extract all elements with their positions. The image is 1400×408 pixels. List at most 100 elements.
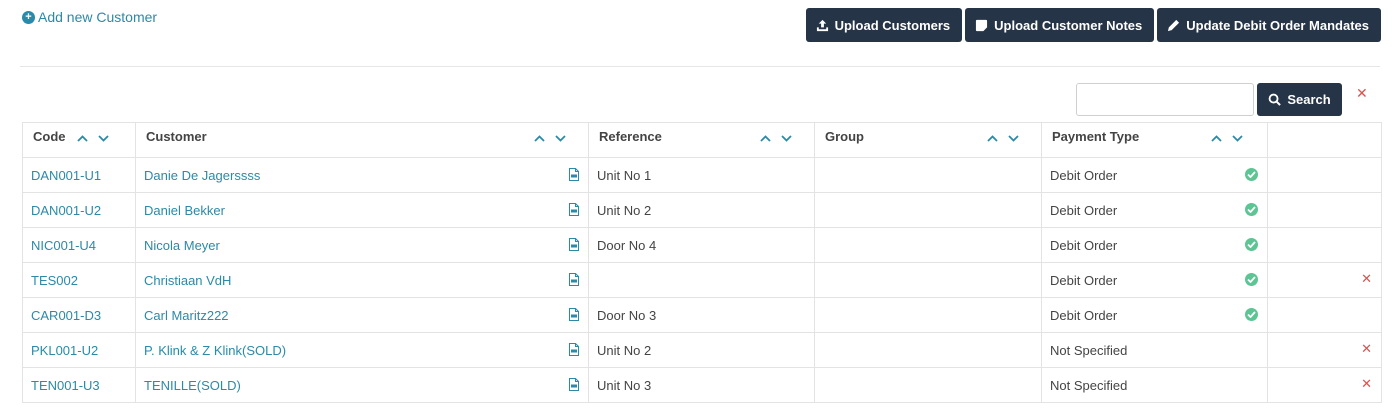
sort-down-icon[interactable] bbox=[781, 135, 792, 142]
column-label: Customer bbox=[146, 129, 207, 144]
sort-up-icon[interactable] bbox=[760, 135, 771, 142]
pdf-icon[interactable] bbox=[569, 273, 579, 286]
table-row: TEN001-U3 TENILLE(SOLD) Unit No 3 Not Speci… bbox=[22, 367, 1382, 403]
customer-code-link[interactable]: DAN001-U1 bbox=[31, 168, 101, 183]
table-row: DAN001-U2 Daniel Bekker Unit No 2 Debit Ord… bbox=[22, 192, 1382, 228]
customer-name-link[interactable]: Christiaan VdH bbox=[144, 273, 231, 288]
cell-code: DAN001-U1 bbox=[22, 157, 136, 193]
sort-up-icon[interactable] bbox=[534, 135, 545, 142]
clear-search-icon[interactable]: ✕ bbox=[1356, 85, 1368, 102]
cell-customer: Carl Maritz222 bbox=[135, 297, 589, 333]
cell-actions bbox=[1267, 227, 1382, 263]
sort-up-icon[interactable] bbox=[987, 135, 998, 142]
column-header-actions bbox=[1267, 122, 1382, 158]
customer-name-link[interactable]: P. Klink & Z Klink(SOLD) bbox=[144, 343, 286, 358]
payment-type-label: Debit Order bbox=[1050, 237, 1118, 253]
payment-type-label: Debit Order bbox=[1050, 167, 1118, 183]
cell-actions bbox=[1267, 297, 1382, 333]
cell-group bbox=[814, 297, 1042, 333]
sort-down-icon[interactable] bbox=[1008, 135, 1019, 142]
add-customer-link[interactable]: + Add new Customer bbox=[22, 9, 157, 25]
cell-code: NIC001-U4 bbox=[22, 227, 136, 263]
upload-notes-label: Upload Customer Notes bbox=[994, 17, 1143, 33]
cell-payment-type: Not Specified bbox=[1041, 367, 1268, 403]
cell-payment-type: Debit Order bbox=[1041, 227, 1268, 263]
cell-group bbox=[814, 332, 1042, 368]
cell-reference: Door No 4 bbox=[588, 227, 815, 263]
customer-name-link[interactable]: TENILLE(SOLD) bbox=[144, 378, 241, 393]
update-debit-order-mandates-button[interactable]: Update Debit Order Mandates bbox=[1157, 8, 1381, 42]
sort-down-icon[interactable] bbox=[555, 135, 566, 142]
customer-name-link[interactable]: Danie De Jagerssss bbox=[144, 168, 260, 183]
pdf-icon[interactable] bbox=[569, 378, 579, 391]
cell-code: TES002 bbox=[22, 262, 136, 298]
cell-customer: P. Klink & Z Klink(SOLD) bbox=[135, 332, 589, 368]
table-row: PKL001-U2 P. Klink & Z Klink(SOLD) Unit No… bbox=[22, 332, 1382, 368]
upload-customers-button[interactable]: Upload Customers bbox=[805, 8, 963, 42]
cell-group bbox=[814, 157, 1042, 193]
customer-code-link[interactable]: TEN001-U3 bbox=[31, 378, 100, 393]
note-icon bbox=[976, 19, 988, 31]
delete-icon[interactable]: ✕ bbox=[1361, 376, 1372, 392]
upload-icon bbox=[816, 19, 828, 31]
cell-customer: Daniel Bekker bbox=[135, 192, 589, 228]
cell-customer: Christiaan VdH bbox=[135, 262, 589, 298]
customer-name-link[interactable]: Nicola Meyer bbox=[144, 238, 220, 253]
sort-controls bbox=[760, 135, 792, 142]
customer-code-link[interactable]: TES002 bbox=[31, 273, 78, 288]
column-label: Payment Type bbox=[1052, 129, 1140, 144]
delete-icon[interactable]: ✕ bbox=[1361, 271, 1372, 287]
delete-icon[interactable]: ✕ bbox=[1361, 341, 1372, 357]
check-circle-icon bbox=[1245, 238, 1258, 251]
search-bar: Search bbox=[1076, 83, 1342, 116]
cell-customer: Danie De Jagerssss bbox=[135, 157, 589, 193]
sort-down-icon[interactable] bbox=[98, 135, 109, 142]
payment-type-label: Not Specified bbox=[1050, 342, 1128, 358]
sort-controls bbox=[77, 135, 109, 142]
cell-payment-type: Debit Order bbox=[1041, 192, 1268, 228]
cell-code: CAR001-D3 bbox=[22, 297, 136, 333]
customer-code-link[interactable]: NIC001-U4 bbox=[31, 238, 96, 253]
cell-reference bbox=[588, 262, 815, 298]
sort-up-icon[interactable] bbox=[77, 135, 88, 142]
cell-actions: ✕ bbox=[1267, 367, 1382, 403]
cell-actions: ✕ bbox=[1267, 262, 1382, 298]
customer-code-link[interactable]: PKL001-U2 bbox=[31, 343, 98, 358]
customer-name-link[interactable]: Daniel Bekker bbox=[144, 203, 225, 218]
cell-group bbox=[814, 192, 1042, 228]
toolbar: Upload Customers Upload Customer Notes U… bbox=[805, 8, 1381, 42]
sort-down-icon[interactable] bbox=[1232, 135, 1243, 142]
search-button[interactable]: Search bbox=[1257, 83, 1342, 116]
column-header-group: Group bbox=[814, 122, 1042, 158]
column-label: Code bbox=[33, 129, 66, 144]
customer-code-link[interactable]: DAN001-U2 bbox=[31, 203, 101, 218]
cell-payment-type: Debit Order bbox=[1041, 297, 1268, 333]
cell-actions bbox=[1267, 157, 1382, 193]
pdf-icon[interactable] bbox=[569, 343, 579, 356]
sort-controls bbox=[534, 135, 566, 142]
search-icon bbox=[1268, 93, 1282, 106]
table-row: DAN001-U1 Danie De Jagerssss Unit No 1 Debi… bbox=[22, 157, 1382, 193]
pdf-icon[interactable] bbox=[569, 238, 579, 251]
pdf-icon[interactable] bbox=[569, 168, 579, 181]
search-input[interactable] bbox=[1076, 83, 1254, 116]
customer-code-link[interactable]: CAR001-D3 bbox=[31, 308, 101, 323]
pdf-icon[interactable] bbox=[569, 203, 579, 216]
pencil-icon bbox=[1168, 19, 1180, 31]
pdf-icon[interactable] bbox=[569, 308, 579, 321]
cell-group bbox=[814, 227, 1042, 263]
cell-code: PKL001-U2 bbox=[22, 332, 136, 368]
payment-type-label: Debit Order bbox=[1050, 202, 1118, 218]
cell-group bbox=[814, 262, 1042, 298]
column-header-code: Code bbox=[22, 122, 136, 158]
cell-actions: ✕ bbox=[1267, 332, 1382, 368]
upload-customer-notes-button[interactable]: Upload Customer Notes bbox=[965, 8, 1155, 42]
search-button-label: Search bbox=[1287, 92, 1331, 107]
customer-name-link[interactable]: Carl Maritz222 bbox=[144, 308, 229, 323]
cell-reference: Unit No 3 bbox=[588, 367, 815, 403]
cell-reference: Unit No 2 bbox=[588, 192, 815, 228]
column-header-customer: Customer bbox=[135, 122, 589, 158]
cell-reference: Door No 3 bbox=[588, 297, 815, 333]
sort-up-icon[interactable] bbox=[1211, 135, 1222, 142]
cell-reference: Unit No 2 bbox=[588, 332, 815, 368]
